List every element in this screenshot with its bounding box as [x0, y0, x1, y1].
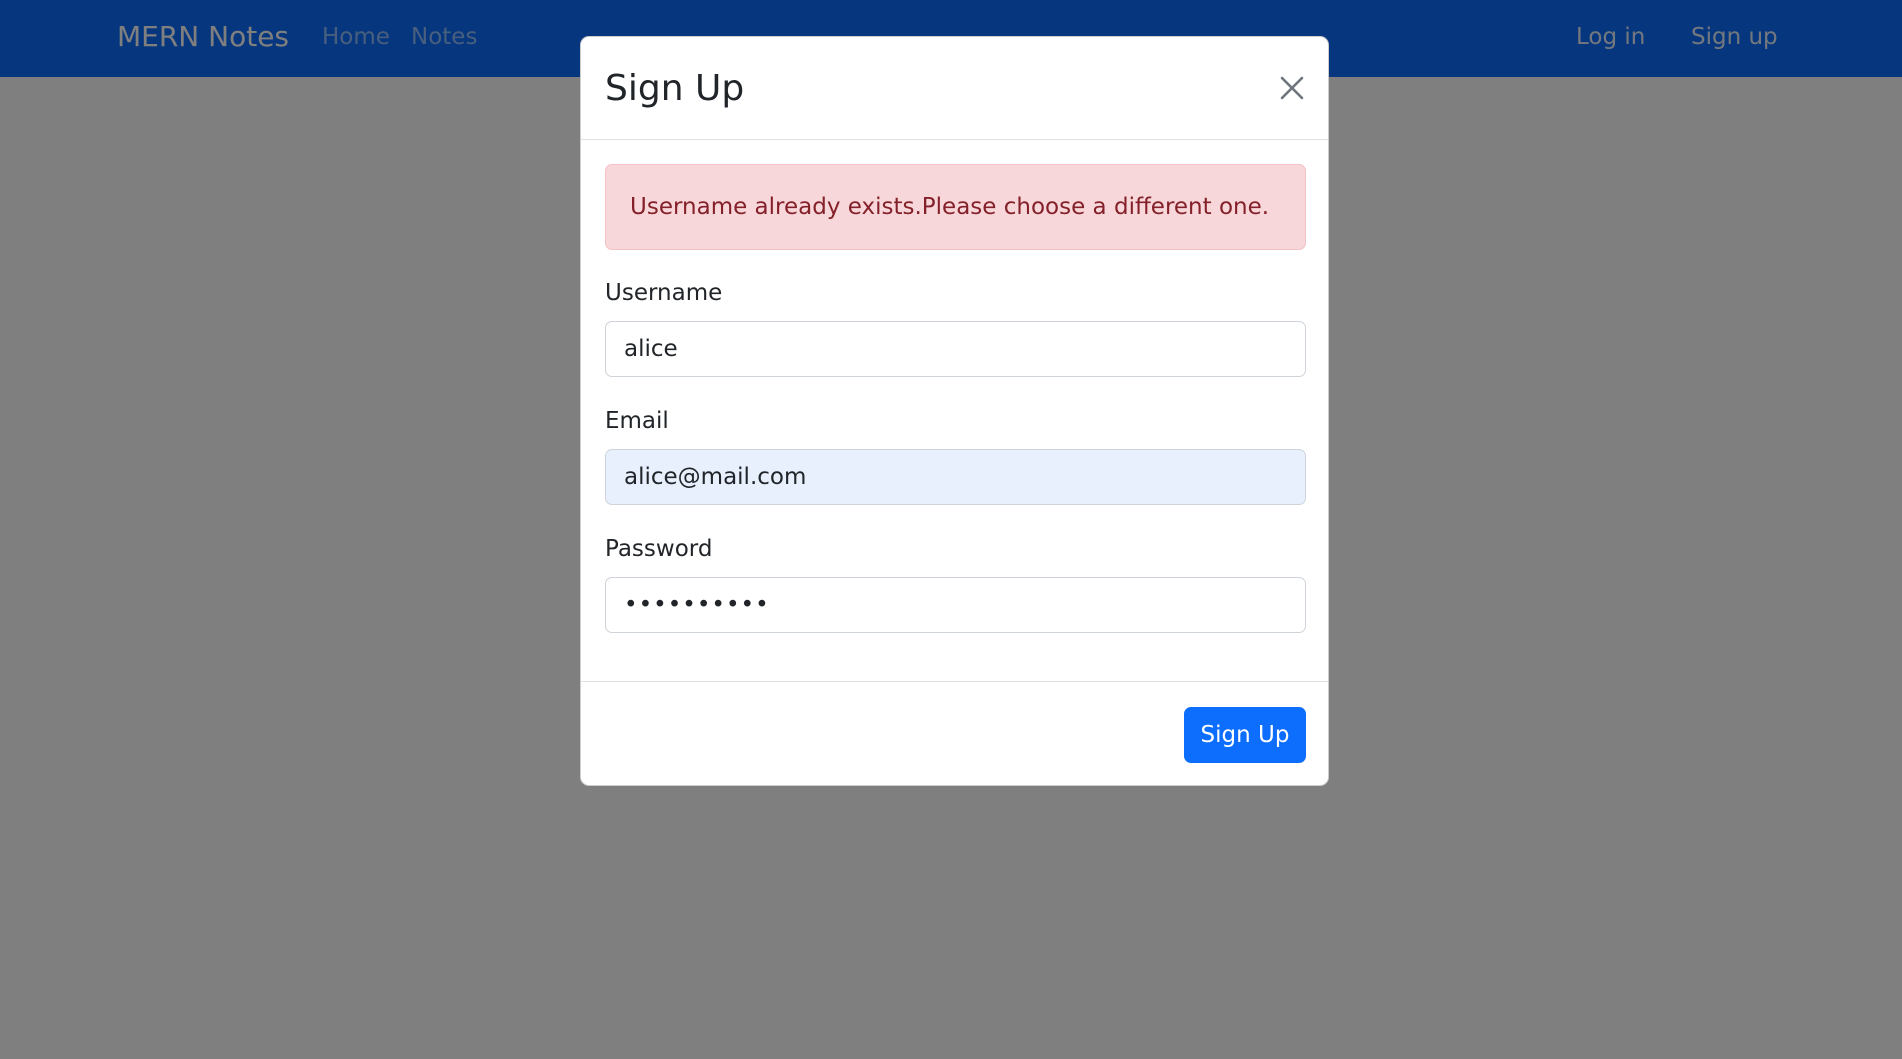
signup-submit-button[interactable]: Sign Up: [1184, 707, 1306, 763]
modal-header: Sign Up: [581, 37, 1328, 140]
email-input[interactable]: [605, 449, 1306, 505]
password-label: Password: [605, 536, 713, 562]
close-icon: [1280, 76, 1304, 100]
close-button[interactable]: [1274, 70, 1310, 106]
signup-modal: Sign Up Username already exists.Please c…: [580, 36, 1329, 786]
username-input[interactable]: [605, 321, 1306, 377]
username-label: Username: [605, 280, 723, 306]
email-label: Email: [605, 408, 669, 434]
password-input[interactable]: [605, 577, 1306, 633]
modal-title: Sign Up: [605, 68, 745, 109]
modal-footer: Sign Up: [581, 681, 1328, 786]
error-alert: Username already exists.Please choose a …: [605, 164, 1306, 250]
